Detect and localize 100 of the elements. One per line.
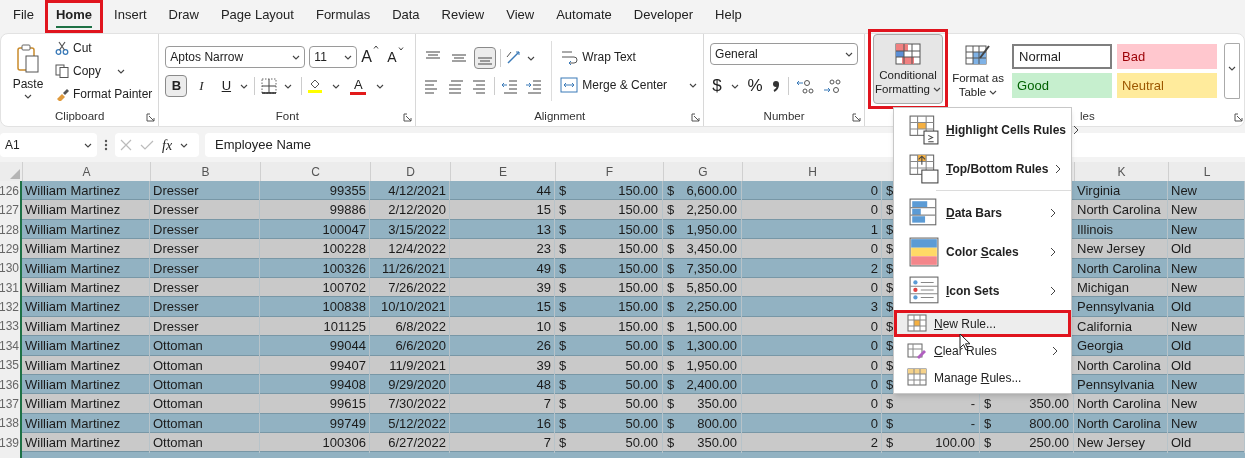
cell-value: 150.00	[618, 182, 658, 200]
table-cell: Dresser	[150, 239, 260, 259]
currency-symbol: $	[886, 240, 894, 259]
currency-symbol: $	[667, 201, 675, 220]
cell-value: 50.00	[625, 337, 658, 356]
table-cell: New	[1168, 200, 1245, 220]
cell-value: 50.00	[625, 434, 658, 453]
cell-value: 350.00	[697, 434, 737, 453]
cell-value: 150.00	[618, 298, 658, 317]
table-cell: William Martinez	[22, 200, 150, 220]
currency-symbol: $	[667, 259, 675, 278]
table-cell: 15	[450, 200, 555, 220]
cell-value: 350.00	[697, 395, 737, 414]
currency-symbol: $	[559, 220, 567, 239]
table-cell: William Martinez	[22, 297, 150, 317]
table-cell: 0	[742, 394, 882, 414]
table-cell: 0	[742, 239, 882, 259]
table-cell: 99615	[260, 394, 370, 414]
cell-value: 150.00	[618, 240, 658, 259]
currency-symbol: $	[886, 414, 894, 433]
table-cell: Old	[1168, 239, 1245, 259]
table-cell: Ottoman	[150, 394, 260, 414]
cell-value: 350.00	[1029, 395, 1069, 414]
cell-value: 2,250.00	[686, 201, 737, 220]
currency-symbol: $	[886, 298, 894, 317]
currency-symbol: $	[667, 278, 675, 297]
table-cell: 7/30/2022	[370, 394, 450, 414]
table-cell: 0	[742, 336, 882, 356]
table-cell: North Carolina	[1074, 394, 1168, 414]
table-cell: Georgia	[1074, 336, 1168, 356]
table-cell: 100228	[260, 239, 370, 259]
cell-value: 1,950.00	[686, 220, 737, 239]
cell-value: -	[970, 414, 975, 433]
cell-value: 50.00	[625, 375, 658, 394]
cell-value: 50.00	[625, 356, 658, 375]
cell-value: -	[970, 395, 975, 414]
table-cell: 99044	[260, 336, 370, 356]
table-cell: 99886	[260, 200, 370, 220]
currency-symbol: $	[886, 434, 894, 453]
currency-symbol: $	[667, 356, 675, 375]
currency-symbol: $	[667, 395, 675, 414]
currency-symbol: $	[667, 298, 675, 317]
currency-symbol: $	[886, 375, 894, 394]
group-label: Alignment	[534, 109, 586, 125]
currency-symbol: $	[559, 317, 567, 336]
table-cell: 10/10/2021	[370, 297, 450, 317]
currency-symbol: $	[886, 395, 894, 414]
table-cell: Ottoman	[150, 336, 260, 356]
table-cell: 15	[450, 297, 555, 317]
currency-symbol: $	[886, 201, 894, 220]
cell-value: 50.00	[625, 395, 658, 414]
currency-symbol: $	[667, 220, 675, 239]
currency-symbol: $	[886, 278, 894, 297]
table-cell: 12/4/2022	[370, 239, 450, 259]
currency-symbol: $	[886, 182, 894, 200]
cell-value: 150.00	[618, 317, 658, 336]
cell-value: 100.00	[935, 434, 975, 453]
group-label: Clipboard	[55, 109, 105, 125]
cell-value: 7,350.00	[686, 259, 737, 278]
currency-symbol: $	[559, 414, 567, 433]
cell-value: 150.00	[618, 278, 658, 297]
currency-symbol: $	[667, 414, 675, 433]
cell-value: 150.00	[618, 220, 658, 239]
currency-symbol: $	[984, 395, 992, 414]
currency-symbol: $	[559, 356, 567, 375]
table-cell: 100838	[260, 297, 370, 317]
currency-symbol: $	[886, 317, 894, 336]
table-cell: William Martinez	[22, 394, 150, 414]
cell-value: 6,600.00	[686, 182, 737, 200]
cell-value: 2,250.00	[686, 298, 737, 317]
currency-symbol: $	[667, 182, 675, 200]
cell-value: 1,950.00	[686, 356, 737, 375]
table-cell: 7	[450, 394, 555, 414]
table-cell: Pennsylvania	[1074, 297, 1168, 317]
table-cell: North Carolina	[1074, 200, 1168, 220]
cell-value: 3,450.00	[686, 240, 737, 259]
currency-symbol: $	[667, 240, 675, 259]
table-cell: Old	[1168, 336, 1245, 356]
table-cell: 2/12/2020	[370, 200, 450, 220]
cell-value: 800.00	[1029, 414, 1069, 433]
cell-value: 250.00	[1029, 434, 1069, 453]
cell-value: 50.00	[625, 414, 658, 433]
table-cell: William Martinez	[22, 336, 150, 356]
currency-symbol: $	[667, 434, 675, 453]
table-cell: 23	[450, 239, 555, 259]
currency-symbol: $	[559, 395, 567, 414]
cell-value: 150.00	[618, 259, 658, 278]
currency-symbol: $	[886, 337, 894, 356]
currency-symbol: $	[559, 259, 567, 278]
currency-symbol: $	[984, 414, 992, 433]
table-cell: William Martinez	[22, 239, 150, 259]
cell-value: 1,500.00	[686, 317, 737, 336]
table-cell: Old	[1168, 297, 1245, 317]
cell-value: 2,400.00	[686, 375, 737, 394]
currency-symbol: $	[559, 278, 567, 297]
cell-value: 800.00	[697, 414, 737, 433]
table-cell: Dresser	[150, 200, 260, 220]
currency-symbol: $	[886, 259, 894, 278]
table-cell: New	[1168, 394, 1245, 414]
table-cell: Dresser	[150, 297, 260, 317]
